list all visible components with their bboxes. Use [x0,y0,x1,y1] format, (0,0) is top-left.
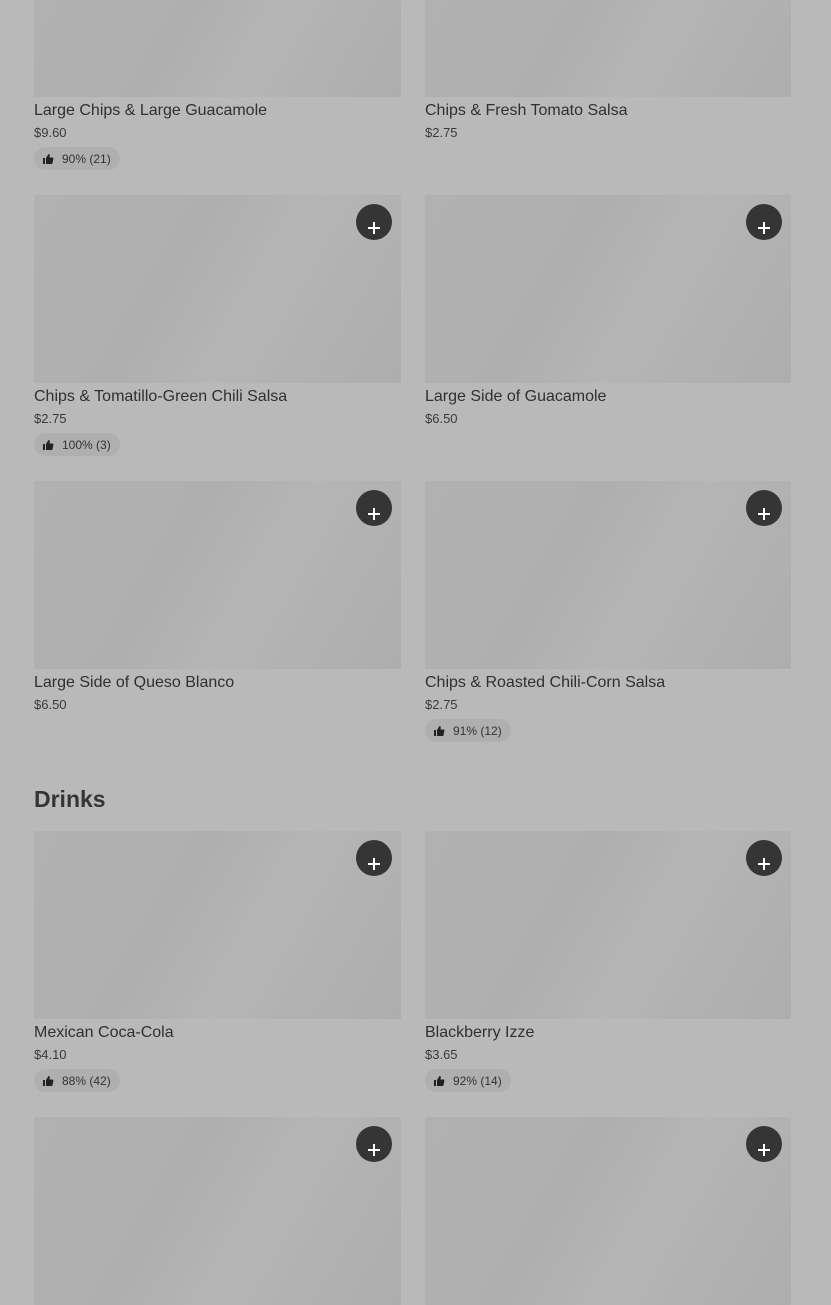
item-price: $6.50 [34,697,67,712]
item-name[interactable]: Chips & Roasted Chili-Corn Salsa [425,673,791,693]
menu-item-card[interactable]: Mexican Coca-Cola $4.10 88% (42) [34,831,401,1092]
menu-item-card[interactable]: Large Chips & Large Guacamole $9.60 90% … [34,0,401,170]
plus-icon [758,221,770,234]
rating-text: 91% (12) [453,723,502,738]
item-name[interactable]: Chips & Fresh Tomato Salsa [425,101,791,121]
thumbs-up-icon [434,1075,445,1086]
thumbs-up-icon [43,1075,54,1086]
item-price: $2.75 [425,697,458,712]
item-name[interactable]: Large Chips & Large Guacamole [34,101,401,121]
add-to-cart-button[interactable] [746,840,782,876]
plus-icon [368,1143,380,1156]
menu-item-card[interactable]: Large Side of Queso Blanco $6.50 [34,481,401,714]
rating-badge: 100% (3) [34,433,120,456]
item-name[interactable]: Large Side of Guacamole [425,387,791,407]
menu-item-card[interactable]: Large Side of Guacamole $6.50 [425,195,791,428]
item-image[interactable] [425,831,791,1019]
rating-text: 100% (3) [62,437,111,452]
rating-text: 92% (14) [453,1073,502,1088]
menu-item-card[interactable] [425,1117,791,1305]
item-image[interactable] [34,481,401,669]
item-image[interactable] [34,195,401,383]
item-image[interactable] [425,1117,791,1305]
item-image[interactable] [34,831,401,1019]
plus-icon [368,857,380,870]
item-image[interactable] [425,0,791,97]
item-price: $4.10 [34,1047,67,1062]
item-price: $2.75 [34,411,67,426]
rating-badge: 90% (21) [34,147,120,170]
add-to-cart-button[interactable] [356,490,392,526]
add-to-cart-button[interactable] [746,204,782,240]
rating-badge: 92% (14) [425,1069,511,1092]
item-image[interactable] [34,1117,401,1305]
item-image[interactable] [34,0,401,97]
menu-item-card[interactable] [34,1117,401,1305]
item-price: $9.60 [34,125,67,140]
menu-item-card[interactable]: Blackberry Izze $3.65 92% (14) [425,831,791,1092]
item-price: $3.65 [425,1047,458,1062]
plus-icon [368,507,380,520]
rating-badge: 88% (42) [34,1069,120,1092]
menu-item-card[interactable]: Chips & Roasted Chili-Corn Salsa $2.75 9… [425,481,791,742]
section-title-drinks: Drinks [34,786,106,812]
plus-icon [758,857,770,870]
plus-icon [758,1143,770,1156]
rating-text: 88% (42) [62,1073,111,1088]
thumbs-up-icon [434,725,445,736]
rating-badge: 91% (12) [425,719,511,742]
item-price: $2.75 [425,125,458,140]
thumbs-up-icon [43,153,54,164]
item-name[interactable]: Mexican Coca-Cola [34,1023,401,1043]
plus-icon [758,507,770,520]
item-name[interactable]: Chips & Tomatillo-Green Chili Salsa [34,387,401,407]
item-name[interactable]: Blackberry Izze [425,1023,791,1043]
menu-item-card[interactable]: Chips & Tomatillo-Green Chili Salsa $2.7… [34,195,401,456]
add-to-cart-button[interactable] [356,204,392,240]
add-to-cart-button[interactable] [356,840,392,876]
item-name[interactable]: Large Side of Queso Blanco [34,673,401,693]
add-to-cart-button[interactable] [356,1126,392,1162]
item-image[interactable] [425,195,791,383]
menu-item-card[interactable]: Chips & Fresh Tomato Salsa $2.75 [425,0,791,142]
thumbs-up-icon [43,439,54,450]
plus-icon [368,221,380,234]
add-to-cart-button[interactable] [746,490,782,526]
item-image[interactable] [425,481,791,669]
add-to-cart-button[interactable] [746,1126,782,1162]
item-price: $6.50 [425,411,458,426]
rating-text: 90% (21) [62,151,111,166]
